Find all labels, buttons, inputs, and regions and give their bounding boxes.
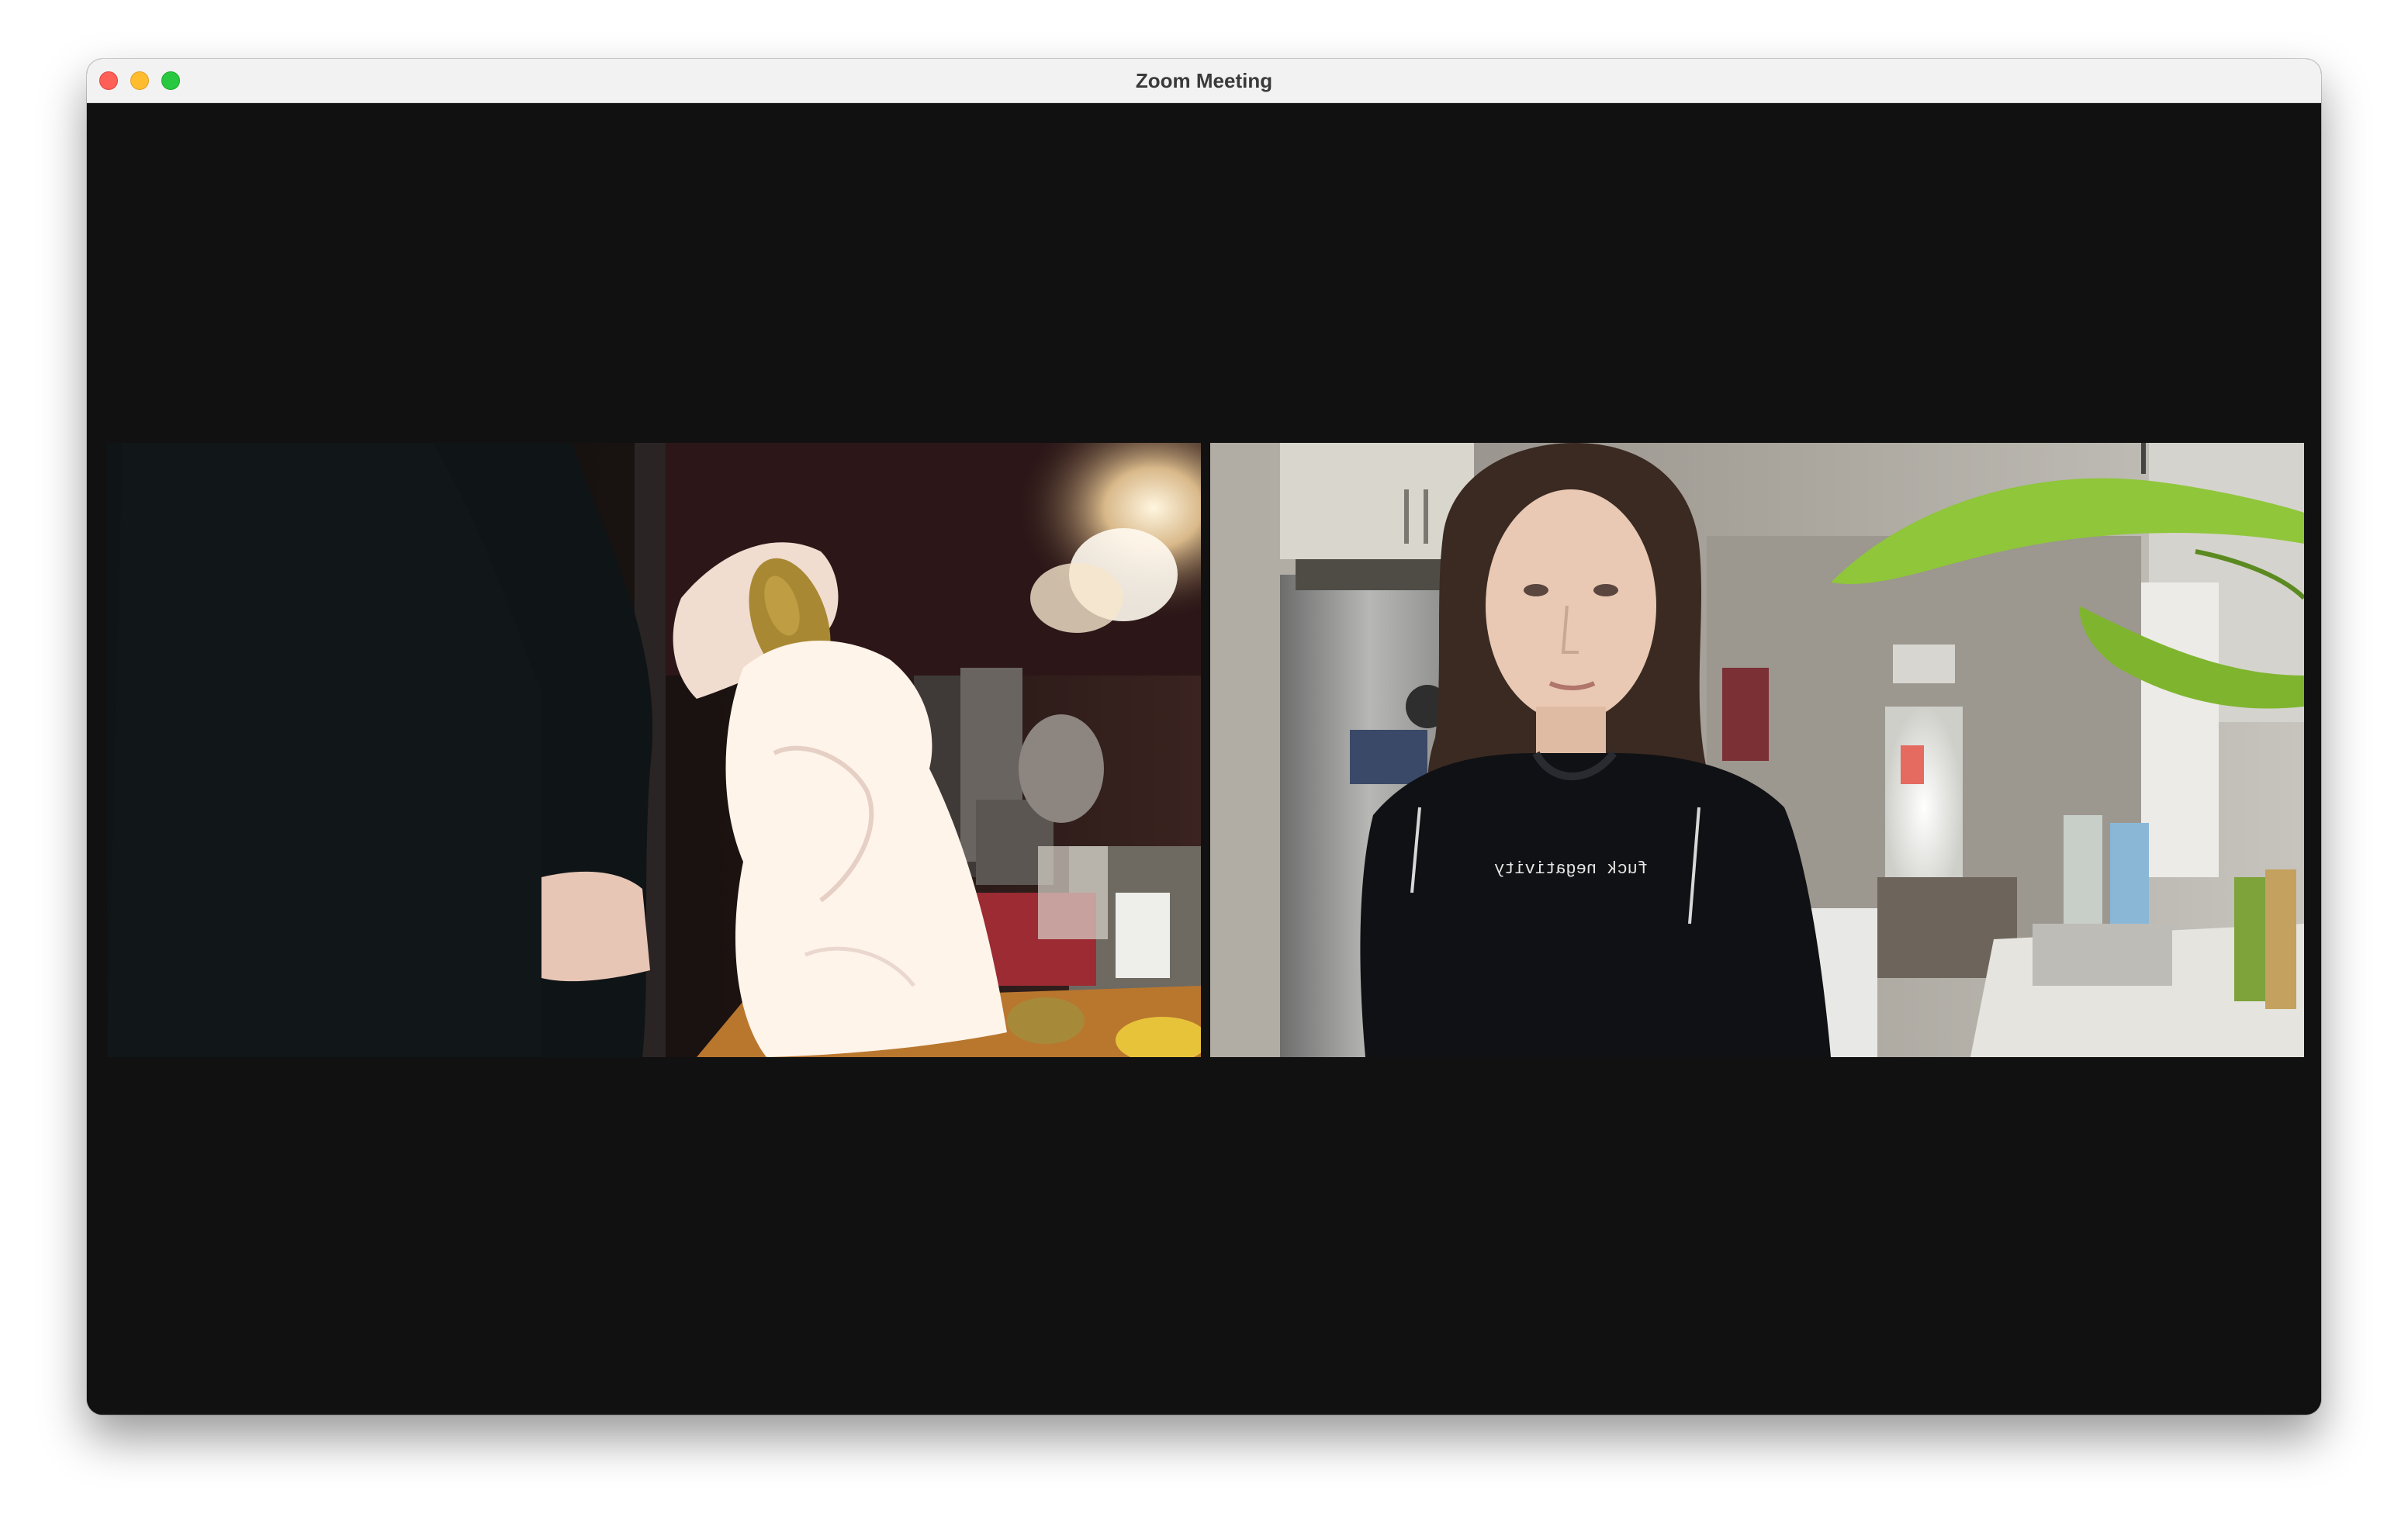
participant-video-tile-right[interactable]: fuck negativity bbox=[1210, 443, 2304, 1057]
participant-video-tile-left[interactable] bbox=[107, 443, 1201, 1057]
participant-video-left bbox=[107, 443, 1201, 1057]
meeting-stage: fuck negativity bbox=[87, 103, 2321, 1415]
zoom-meeting-window: Zoom Meeting fuck negativity bbox=[87, 59, 2321, 1415]
shirt-text: fuck negativity bbox=[1494, 859, 1648, 879]
participant-video-right: fuck negativity bbox=[1210, 443, 2304, 1057]
window-title: Zoom Meeting bbox=[1135, 69, 1273, 92]
title-bar[interactable]: Zoom Meeting bbox=[87, 59, 2321, 103]
